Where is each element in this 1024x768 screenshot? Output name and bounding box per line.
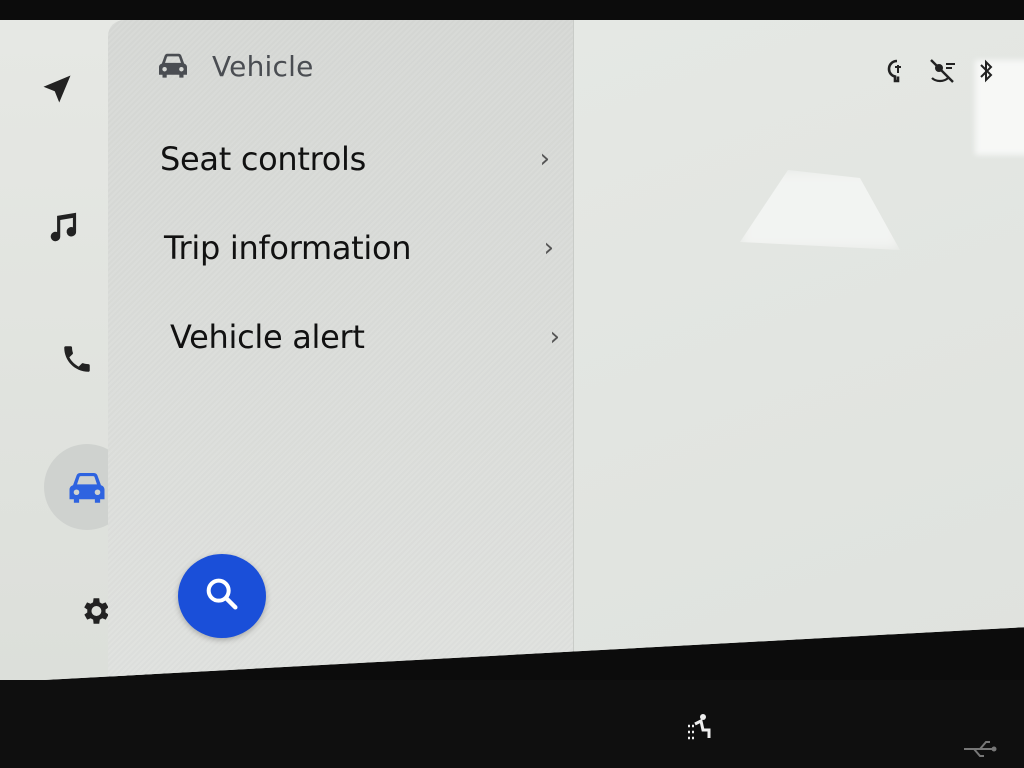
vehicle-menu-panel: Vehicle Seat controls › Trip information…: [108, 20, 574, 680]
nav-item-navigation[interactable]: [22, 54, 92, 124]
voice-muted-icon: [928, 58, 958, 88]
music-note-icon: [46, 208, 84, 246]
car-icon: [66, 469, 108, 505]
menu-item-seat-controls[interactable]: Seat controls ›: [160, 130, 550, 188]
status-bar: [886, 58, 994, 88]
navigation-arrow-icon: [39, 71, 75, 107]
page-title: Vehicle: [212, 50, 314, 83]
infotainment-screen: Vehicle Seat controls › Trip information…: [0, 20, 1024, 680]
chevron-right-icon: ›: [543, 233, 554, 263]
menu-item-trip-information[interactable]: Trip information ›: [164, 219, 554, 277]
panel-header: Vehicle: [156, 50, 314, 83]
menu-item-label: Seat controls: [160, 140, 367, 178]
menu-item-label: Trip information: [164, 229, 412, 267]
bluetooth-icon: [978, 58, 994, 88]
phone-icon: [60, 342, 94, 376]
search-button[interactable]: [178, 554, 266, 638]
search-icon: [202, 574, 242, 618]
car-icon: [156, 51, 190, 83]
menu-item-vehicle-alert[interactable]: Vehicle alert ›: [170, 308, 560, 366]
wireless-charging-icon: [886, 58, 908, 88]
nav-item-music[interactable]: [30, 192, 100, 262]
chevron-right-icon: ›: [549, 322, 560, 352]
climate-airflow-icon[interactable]: [685, 712, 717, 746]
content-area: [574, 20, 1024, 680]
chevron-right-icon: ›: [539, 144, 550, 174]
bezel: [0, 680, 1024, 768]
gear-icon: [78, 594, 112, 628]
usb-icon: [960, 738, 1000, 764]
nav-item-phone[interactable]: [42, 324, 112, 394]
menu-item-label: Vehicle alert: [170, 318, 365, 356]
